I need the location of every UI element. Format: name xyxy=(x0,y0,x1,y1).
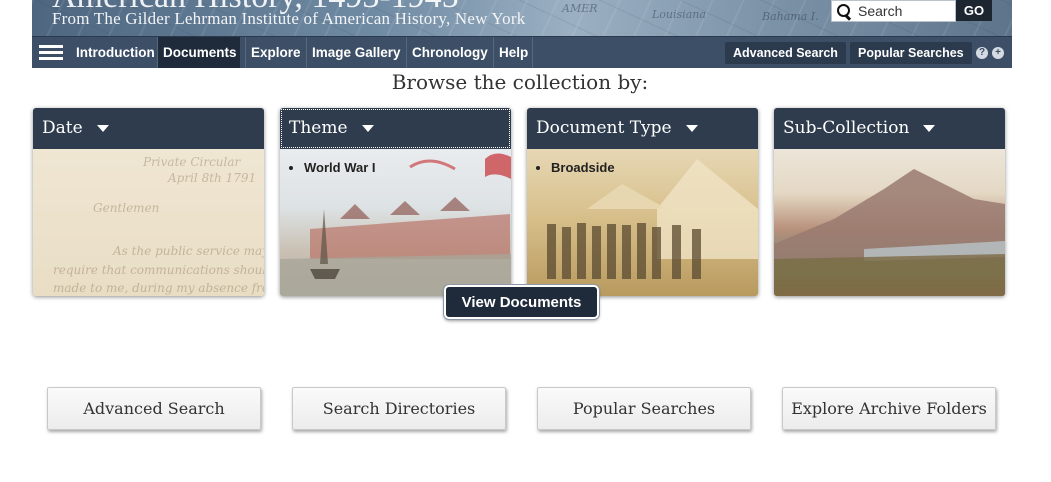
menu-icon[interactable] xyxy=(39,45,63,61)
selected-list-theme: World War I xyxy=(288,160,376,175)
explore-archive-folders-button[interactable]: Explore Archive Folders xyxy=(782,387,996,430)
main-nav: Introduction Documents Explore Image Gal… xyxy=(32,36,1012,68)
search-box xyxy=(831,0,956,22)
popular-searches-button[interactable]: Popular Searches xyxy=(537,387,751,430)
card-title: Theme xyxy=(289,118,348,138)
chevron-down-icon xyxy=(685,125,698,132)
advanced-search-button[interactable]: Advanced Search xyxy=(47,387,261,430)
handwriting-decoration: Gentlemen xyxy=(93,201,160,215)
chevron-down-icon xyxy=(923,125,936,132)
handwriting-decoration: made to me, during my absence from the xyxy=(53,281,264,295)
nav-explore[interactable]: Explore xyxy=(246,37,306,68)
map-decoration: Bahama I. xyxy=(762,10,819,23)
card-title: Date xyxy=(42,118,83,138)
plus-icon[interactable]: + xyxy=(992,47,1004,59)
browse-heading: Browse the collection by: xyxy=(391,70,649,94)
browse-card-sub-collection[interactable]: Sub-Collection xyxy=(774,108,1005,296)
chevron-down-icon xyxy=(96,125,109,132)
browse-card-theme[interactable]: Theme World War I xyxy=(280,108,511,296)
card-header-theme[interactable]: Theme xyxy=(280,108,511,149)
selected-item[interactable]: World War I xyxy=(304,160,376,175)
search-input[interactable] xyxy=(858,3,948,19)
card-header-document-type[interactable]: Document Type xyxy=(527,108,758,149)
handwriting-decoration: require that communications should be xyxy=(53,263,264,277)
selected-list-document-type: Broadside xyxy=(535,160,615,175)
view-documents-button[interactable]: View Documents xyxy=(444,285,599,319)
chevron-down-icon xyxy=(361,125,374,132)
nav-divider xyxy=(532,37,533,68)
card-image-letter: Private Circular April 8th 1791 Gentleme… xyxy=(33,149,264,296)
selected-item[interactable]: Broadside xyxy=(551,160,615,175)
map-decoration: AMER xyxy=(562,2,598,15)
nav-introduction[interactable]: Introduction xyxy=(71,37,160,68)
handwriting-decoration: April 8th 1791 xyxy=(168,171,257,185)
card-image-mountain xyxy=(774,149,1005,296)
browse-card-document-type[interactable]: Document Type Broadside xyxy=(527,108,758,296)
go-button[interactable]: GO xyxy=(956,0,992,21)
search-icon xyxy=(836,3,852,19)
mountain-illustration xyxy=(774,169,1005,296)
nav-image-gallery[interactable]: Image Gallery xyxy=(307,37,406,68)
card-title: Document Type xyxy=(536,118,672,138)
browse-card-date[interactable]: Date Private Circular April 8th 1791 Gen… xyxy=(33,108,264,296)
handwriting-decoration: Private Circular xyxy=(143,155,241,169)
nav-advanced-search[interactable]: Advanced Search xyxy=(725,42,846,64)
nav-documents[interactable]: Documents xyxy=(158,37,240,68)
help-icon[interactable]: ? xyxy=(976,47,988,59)
nav-popular-searches[interactable]: Popular Searches xyxy=(850,42,972,64)
card-header-sub-collection[interactable]: Sub-Collection xyxy=(774,108,1005,149)
nav-help[interactable]: Help xyxy=(494,37,533,68)
card-header-date[interactable]: Date xyxy=(33,108,264,149)
map-decoration: Louisiana xyxy=(652,8,706,21)
nav-chronology[interactable]: Chronology xyxy=(407,37,493,68)
search-directories-button[interactable]: Search Directories xyxy=(292,387,506,430)
handwriting-decoration: As the public service may xyxy=(113,244,264,258)
card-title: Sub-Collection xyxy=(783,118,910,138)
site-subtitle: From The Gilder Lehrman Institute of Ame… xyxy=(52,9,526,28)
